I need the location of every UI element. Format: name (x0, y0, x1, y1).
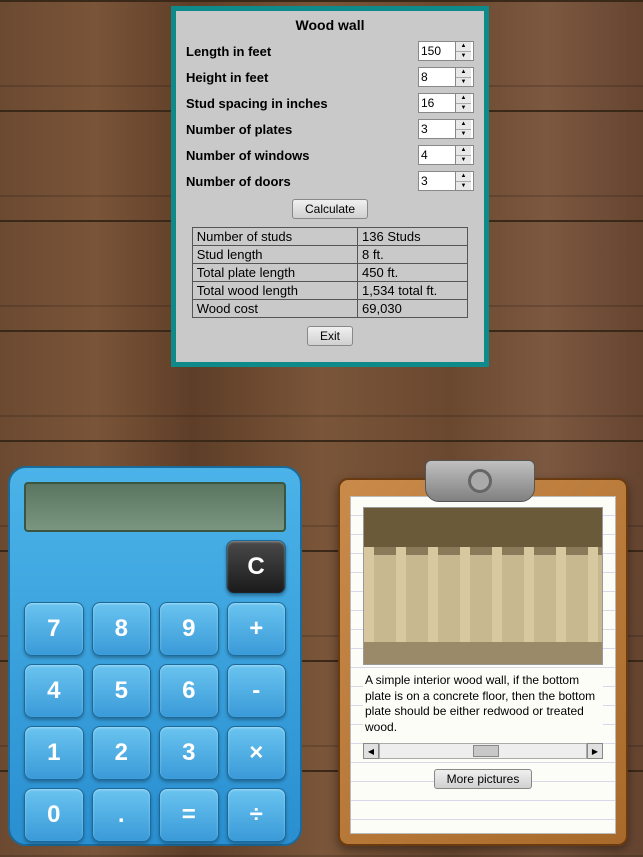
result-studs-label: Number of studs (192, 228, 357, 246)
stud-framing-icon (364, 508, 602, 664)
plates-up[interactable]: ▲ (456, 120, 471, 130)
result-platelen-label: Total plate length (192, 264, 357, 282)
more-pictures-button[interactable]: More pictures (434, 769, 533, 789)
length-input[interactable] (419, 43, 455, 59)
spacing-up[interactable]: ▲ (456, 94, 471, 104)
doors-label: Number of doors (186, 174, 418, 189)
calc-key-dot[interactable]: . (92, 788, 152, 842)
scroll-thumb[interactable] (473, 745, 499, 757)
horizontal-scrollbar[interactable]: ◀ ▶ (363, 743, 603, 759)
panel-title: Wood wall (186, 17, 474, 33)
field-windows: Number of windows ▲▼ (186, 145, 474, 165)
height-down[interactable]: ▼ (456, 78, 471, 87)
table-row: Total wood length1,534 total ft. (192, 282, 467, 300)
table-row: Stud length8 ft. (192, 246, 467, 264)
calc-key-7[interactable]: 7 (24, 602, 84, 656)
height-up[interactable]: ▲ (456, 68, 471, 78)
clipboard-paper: A simple interior wood wall, if the bott… (350, 496, 616, 834)
photo-caption: A simple interior wood wall, if the bott… (363, 671, 603, 737)
scroll-right-button[interactable]: ▶ (587, 743, 603, 759)
result-studs-value: 136 Studs (358, 228, 468, 246)
result-platelen-value: 450 ft. (358, 264, 468, 282)
calc-key-1[interactable]: 1 (24, 726, 84, 780)
length-up[interactable]: ▲ (456, 42, 471, 52)
results-table: Number of studs136 Studs Stud length8 ft… (192, 227, 468, 318)
length-down[interactable]: ▼ (456, 52, 471, 61)
result-studlen-value: 8 ft. (358, 246, 468, 264)
plates-spinner[interactable]: ▲▼ (418, 119, 474, 139)
height-spinner[interactable]: ▲▼ (418, 67, 474, 87)
result-woodlen-value: 1,534 total ft. (358, 282, 468, 300)
windows-label: Number of windows (186, 148, 418, 163)
windows-up[interactable]: ▲ (456, 146, 471, 156)
height-label: Height in feet (186, 70, 418, 85)
field-length: Length in feet ▲▼ (186, 41, 474, 61)
table-row: Wood cost69,030 (192, 300, 467, 318)
calc-key-equals[interactable]: = (159, 788, 219, 842)
windows-down[interactable]: ▼ (456, 156, 471, 165)
doors-up[interactable]: ▲ (456, 172, 471, 182)
calc-key-5[interactable]: 5 (92, 664, 152, 718)
length-spinner[interactable]: ▲▼ (418, 41, 474, 61)
calc-key-plus[interactable]: + (227, 602, 287, 656)
calc-key-clear[interactable]: C (226, 540, 286, 594)
result-cost-value: 69,030 (358, 300, 468, 318)
plates-input[interactable] (419, 121, 455, 137)
field-plates: Number of plates ▲▼ (186, 119, 474, 139)
exit-button[interactable]: Exit (307, 326, 353, 346)
result-studlen-label: Stud length (192, 246, 357, 264)
table-row: Total plate length450 ft. (192, 264, 467, 282)
spacing-down[interactable]: ▼ (456, 104, 471, 113)
scroll-left-button[interactable]: ◀ (363, 743, 379, 759)
spacing-spinner[interactable]: ▲▼ (418, 93, 474, 113)
calc-key-8[interactable]: 8 (92, 602, 152, 656)
calc-key-9[interactable]: 9 (159, 602, 219, 656)
calc-key-2[interactable]: 2 (92, 726, 152, 780)
scroll-track[interactable] (379, 743, 587, 759)
field-spacing: Stud spacing in inches ▲▼ (186, 93, 474, 113)
doors-input[interactable] (419, 173, 455, 189)
result-cost-label: Wood cost (192, 300, 357, 318)
doors-spinner[interactable]: ▲▼ (418, 171, 474, 191)
calc-key-3[interactable]: 3 (159, 726, 219, 780)
calc-key-multiply[interactable]: × (227, 726, 287, 780)
windows-spinner[interactable]: ▲▼ (418, 145, 474, 165)
wall-photo (363, 507, 603, 665)
field-height: Height in feet ▲▼ (186, 67, 474, 87)
result-woodlen-label: Total wood length (192, 282, 357, 300)
doors-down[interactable]: ▼ (456, 182, 471, 191)
spacing-input[interactable] (419, 95, 455, 111)
calc-key-minus[interactable]: - (227, 664, 287, 718)
windows-input[interactable] (419, 147, 455, 163)
plates-down[interactable]: ▼ (456, 130, 471, 139)
calc-key-divide[interactable]: ÷ (227, 788, 287, 842)
clipboard: A simple interior wood wall, if the bott… (326, 460, 634, 850)
calc-key-4[interactable]: 4 (24, 664, 84, 718)
wood-wall-panel: Wood wall Length in feet ▲▼ Height in fe… (171, 6, 489, 367)
calc-key-6[interactable]: 6 (159, 664, 219, 718)
clipboard-clip-icon (425, 460, 535, 502)
spacing-label: Stud spacing in inches (186, 96, 418, 111)
calculator-display (24, 482, 286, 532)
calculator: C 7 8 9 + 4 5 6 - 1 2 3 × 0 . = ÷ (8, 466, 302, 846)
length-label: Length in feet (186, 44, 418, 59)
plates-label: Number of plates (186, 122, 418, 137)
height-input[interactable] (419, 69, 455, 85)
calculate-button[interactable]: Calculate (292, 199, 368, 219)
calc-key-0[interactable]: 0 (24, 788, 84, 842)
field-doors: Number of doors ▲▼ (186, 171, 474, 191)
table-row: Number of studs136 Studs (192, 228, 467, 246)
